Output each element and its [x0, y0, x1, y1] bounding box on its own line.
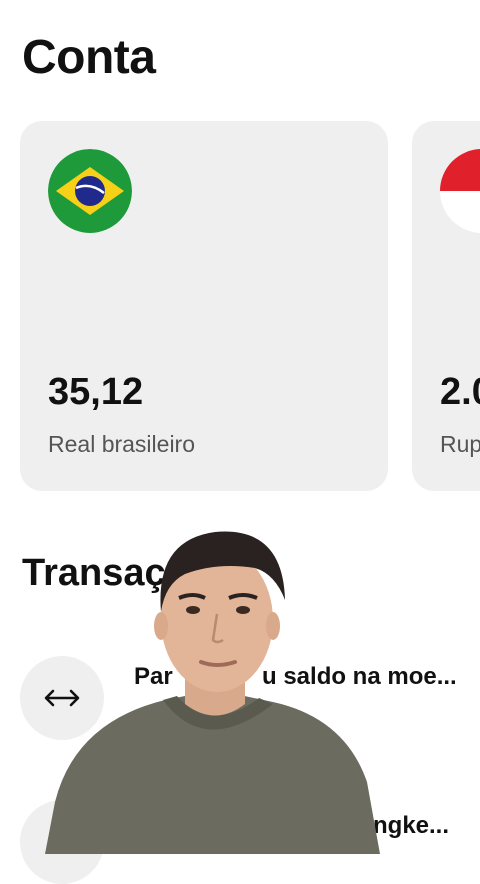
account-balance: 2.0	[440, 371, 480, 413]
account-card-brl[interactable]: 35,12 Real brasileiro	[20, 121, 388, 491]
indonesia-flag-icon	[440, 149, 480, 233]
page-title: Conta	[22, 31, 156, 84]
account-currency: Real brasileiro	[48, 431, 196, 457]
presenter-overlay-image	[45, 522, 380, 854]
brazil-flag-icon	[48, 149, 132, 233]
account-currency: Rup	[440, 431, 480, 457]
transaction-title-end: ngke...	[373, 812, 450, 839]
account-balance: 35,12	[48, 371, 144, 413]
accounts-carousel[interactable]: 35,12 Real brasileiro 2.0 Rup	[20, 121, 480, 491]
account-card-idr[interactable]: 2.0 Rup	[412, 121, 480, 491]
